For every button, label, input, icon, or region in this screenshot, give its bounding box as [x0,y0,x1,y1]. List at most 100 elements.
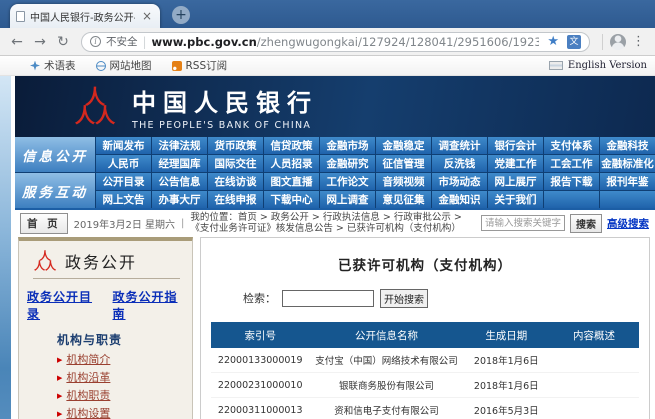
nav-item[interactable]: 报刊年鉴 [600,173,655,190]
nav-item[interactable]: 网上文告 [96,191,151,208]
nav-item-empty [600,191,655,208]
nav-item[interactable]: 货币政策 [208,137,263,154]
translate-icon[interactable]: 文 [567,35,581,49]
nav-item[interactable]: 公开目录 [96,173,151,190]
english-version-link[interactable]: English Version [549,60,647,71]
current-date: 2019年3月2日 星期六 [74,216,175,231]
nav-item[interactable]: 金融科技 [600,137,655,154]
rss-label: RSS订阅 [186,58,228,73]
sidebar-item[interactable]: ▶机构设置 [57,405,192,419]
nav-section-services[interactable]: 服务互动 [15,173,95,208]
page-left-strip [0,76,13,419]
cell-date: 2018年1月6日 [464,353,550,367]
site-banner: 中国人民银行 THE PEOPLE'S BANK OF CHINA [15,76,655,137]
forward-icon[interactable]: → [30,34,50,50]
nav-item[interactable]: 网上展厅 [488,173,543,190]
sidebar-group-heading: 机构与职责 [57,331,192,348]
nav-item[interactable]: 下载中心 [264,191,319,208]
nav-item[interactable]: 在线访谈 [208,173,263,190]
content-area: 政务公开 政务公开目录 政务公开指南 机构与职责 ▶机构简介 ▶机构沿革 ▶机构… [15,236,655,419]
back-icon[interactable]: ← [7,34,27,50]
site-search-input[interactable] [481,215,565,231]
site-search-button[interactable]: 搜索 [570,214,602,233]
crumb-divider: | [181,218,184,229]
url-divider: | [143,35,147,49]
nav-item[interactable]: 法律法规 [152,137,207,154]
flag-icon [549,61,563,70]
banner-titles: 中国人民银行 THE PEOPLE'S BANK OF CHINA [132,83,318,131]
sidebar-item-label: 机构沿革 [66,369,110,387]
sidebar-item[interactable]: ▶机构简介 [57,351,192,369]
nav-item[interactable]: 征信管理 [376,155,431,172]
nav-item[interactable]: 工会工作 [544,155,599,172]
sidebar-item[interactable]: ▶机构职责 [57,387,192,405]
url-bar[interactable]: i 不安全 | www.pbc.gov.cn/zhengwugongkai/12… [81,32,590,52]
rss-link[interactable]: RSS订阅 [172,58,228,73]
sidebar-link-catalog[interactable]: 政务公开目录 [27,288,103,322]
browser-tab[interactable]: 中国人民银行-政务公开-行政执 × [10,4,160,28]
start-search-button[interactable]: 开始搜索 [380,289,428,308]
breadcrumb[interactable]: 我的位置：首页 > 政务公开 > 行政执法信息 > 行政审批公示 > 《支付业务… [190,212,466,234]
nav-item[interactable]: 在线申报 [208,191,263,208]
sidebar-item[interactable]: ▶机构沿革 [57,369,192,387]
sidebar-title: 政务公开 [65,249,137,273]
nav-item[interactable]: 金融知识 [432,191,487,208]
cell-org-name[interactable]: 资和信电子支付有限公司 [309,403,463,417]
bullet-arrow-icon: ▶ [57,369,62,387]
nav-item[interactable]: 关于我们 [488,191,543,208]
nav-item[interactable]: 图文直播 [264,173,319,190]
nav-item[interactable]: 金融稳定 [376,137,431,154]
bookmark-star-icon[interactable]: ★ [544,34,562,49]
chrome-menu-icon[interactable]: ⋮ [629,34,648,49]
site-search: 搜索 高级搜索 [481,214,649,233]
nav-item[interactable]: 银行会计 [488,137,543,154]
nav-item[interactable]: 金融标准化 [600,155,655,172]
nav-item[interactable]: 经理国库 [152,155,207,172]
glossary-link[interactable]: 术语表 [30,58,76,73]
nav-item[interactable]: 市场动态 [432,173,487,190]
url-text[interactable]: www.pbc.gov.cn/zhengwugongkai/127924/128… [152,35,540,49]
toolbar-divider [602,34,603,50]
sidebar-link-guide[interactable]: 政务公开指南 [113,288,189,322]
nav-item[interactable]: 支付体系 [544,137,599,154]
col-header-date: 生成日期 [464,328,550,343]
close-tab-icon[interactable]: × [140,10,154,22]
english-version-label: English Version [568,60,647,71]
nav-item[interactable]: 国际交往 [208,155,263,172]
sitemap-link[interactable]: 网站地图 [96,58,152,73]
nav-item[interactable]: 金融研究 [320,155,375,172]
advanced-search-link[interactable]: 高级搜索 [607,216,649,231]
list-search-input[interactable] [282,290,374,307]
home-button[interactable]: 首 页 [20,213,68,234]
nav-item[interactable]: 调查统计 [432,137,487,154]
info-icon[interactable]: i [90,36,101,47]
nav-item[interactable]: 办事大厅 [152,191,207,208]
cell-org-name[interactable]: 支付宝（中国）网络技术有限公司 [309,353,463,367]
nav-item[interactable]: 意见征集 [376,191,431,208]
url-path: /zhengwugongkai/127924/128041/2951606/19… [257,35,540,49]
nav-item[interactable]: 人员招录 [264,155,319,172]
nav-item[interactable]: 党建工作 [488,155,543,172]
cell-org-name[interactable]: 银联商务股份有限公司 [309,378,463,392]
nav-item[interactable]: 工作论文 [320,173,375,190]
glossary-label: 术语表 [44,58,76,73]
nav-item[interactable]: 公告信息 [152,173,207,190]
list-search-label: 检索： [243,290,276,306]
nav-item[interactable]: 反洗钱 [432,155,487,172]
nav-item[interactable]: 网上调查 [320,191,375,208]
url-host: www.pbc.gov.cn [152,35,257,49]
col-header-index: 索引号 [211,328,309,343]
nav-item[interactable]: 新闻发布 [96,137,151,154]
profile-avatar-icon[interactable] [610,34,626,50]
nav-item[interactable]: 报告下载 [544,173,599,190]
nav-item[interactable]: 信贷政策 [264,137,319,154]
nav-item[interactable]: 人民币 [96,155,151,172]
nav-item[interactable]: 音频视频 [376,173,431,190]
cell-index-no: 22000133000019 [211,355,309,366]
bank-name-cn: 中国人民银行 [132,83,318,118]
nav-item[interactable]: 金融市场 [320,137,375,154]
rss-icon [172,61,182,71]
reload-icon[interactable]: ↻ [53,34,73,50]
nav-section-info-disclosure[interactable]: 信息公开 [15,137,95,172]
new-tab-button[interactable]: + [172,6,190,24]
